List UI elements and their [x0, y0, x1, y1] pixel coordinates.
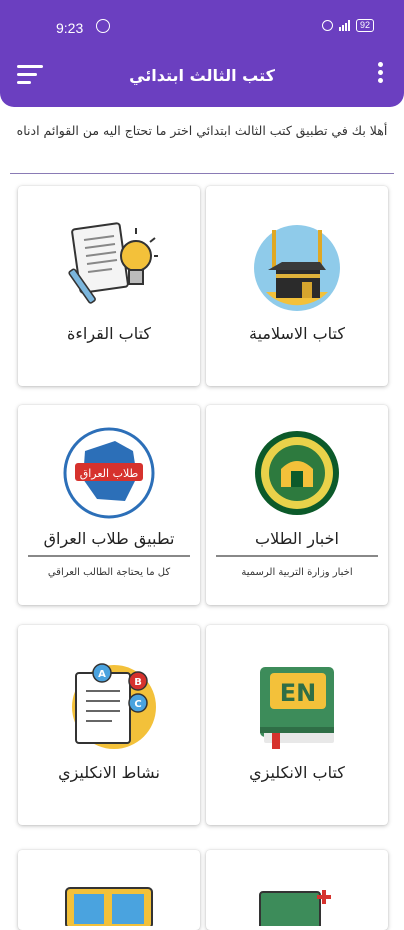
card-iraq-students-app[interactable]: طلاب العراق تطبيق طلاب العراق كل ما يحتا… [18, 405, 200, 605]
signal-icon [338, 20, 350, 31]
status-time: 9:23 [56, 20, 84, 36]
card-label: كتاب الاسلامية [249, 324, 345, 343]
more-vert-icon[interactable] [376, 62, 384, 86]
card-partial-left[interactable] [18, 850, 200, 930]
panel-icon [65, 887, 153, 926]
english-activity-icon: A B C [72, 663, 156, 749]
welcome-text: أهلا بك في تطبيق كتب الثالث ابتدائي اختر… [16, 123, 388, 138]
svg-text:طلاب العراق: طلاب العراق [80, 467, 139, 480]
reading-icon [68, 222, 158, 304]
iraq-students-logo-icon: طلاب العراق [63, 427, 155, 519]
card-subtitle: كل ما يحتاجة الطالب العراقي [47, 567, 171, 578]
divider [10, 173, 394, 174]
card-english-book[interactable]: EN كتاب الانكليزي [206, 625, 388, 825]
svg-text:B: B [134, 677, 142, 688]
kaaba-icon [254, 225, 340, 311]
card-reading-book[interactable]: كتاب القراءة [18, 186, 200, 386]
app-bar: 9:23 92 كتب الثالث ابتدائي [0, 0, 404, 107]
card-english-activity[interactable]: A B C نشاط الانكليزي [18, 625, 200, 825]
status-bar: 9:23 92 [0, 0, 404, 50]
card-label: اخبار الطلاب [255, 529, 339, 548]
board-icon [259, 890, 331, 926]
card-partial-right[interactable] [206, 850, 388, 930]
battery-icon: 92 [355, 19, 374, 32]
card-islamic-book[interactable]: كتاب الاسلامية [206, 186, 388, 386]
card-underline [216, 555, 378, 557]
svg-text:EN: EN [280, 679, 316, 707]
card-label: كتاب الانكليزي [249, 763, 345, 782]
card-label: تطبيق طلاب العراق [43, 529, 175, 548]
english-book-icon: EN [260, 667, 334, 749]
card-underline [28, 555, 190, 557]
hamburger-menu-icon[interactable] [17, 65, 43, 85]
ministry-logo-icon [255, 431, 339, 515]
card-label: كتاب القراءة [66, 324, 152, 343]
page-title: كتب الثالث ابتدائي [129, 66, 275, 85]
svg-text:A: A [98, 669, 106, 680]
alarm-icon [321, 20, 333, 31]
card-subtitle: اخبار وزارة التربية الرسمية [241, 567, 353, 578]
card-students-news[interactable]: اخبار الطلاب اخبار وزارة التربية الرسمية [206, 405, 388, 605]
svg-text:C: C [134, 699, 141, 710]
whatsapp-icon [96, 19, 110, 33]
card-label: نشاط الانكليزي [58, 763, 160, 782]
